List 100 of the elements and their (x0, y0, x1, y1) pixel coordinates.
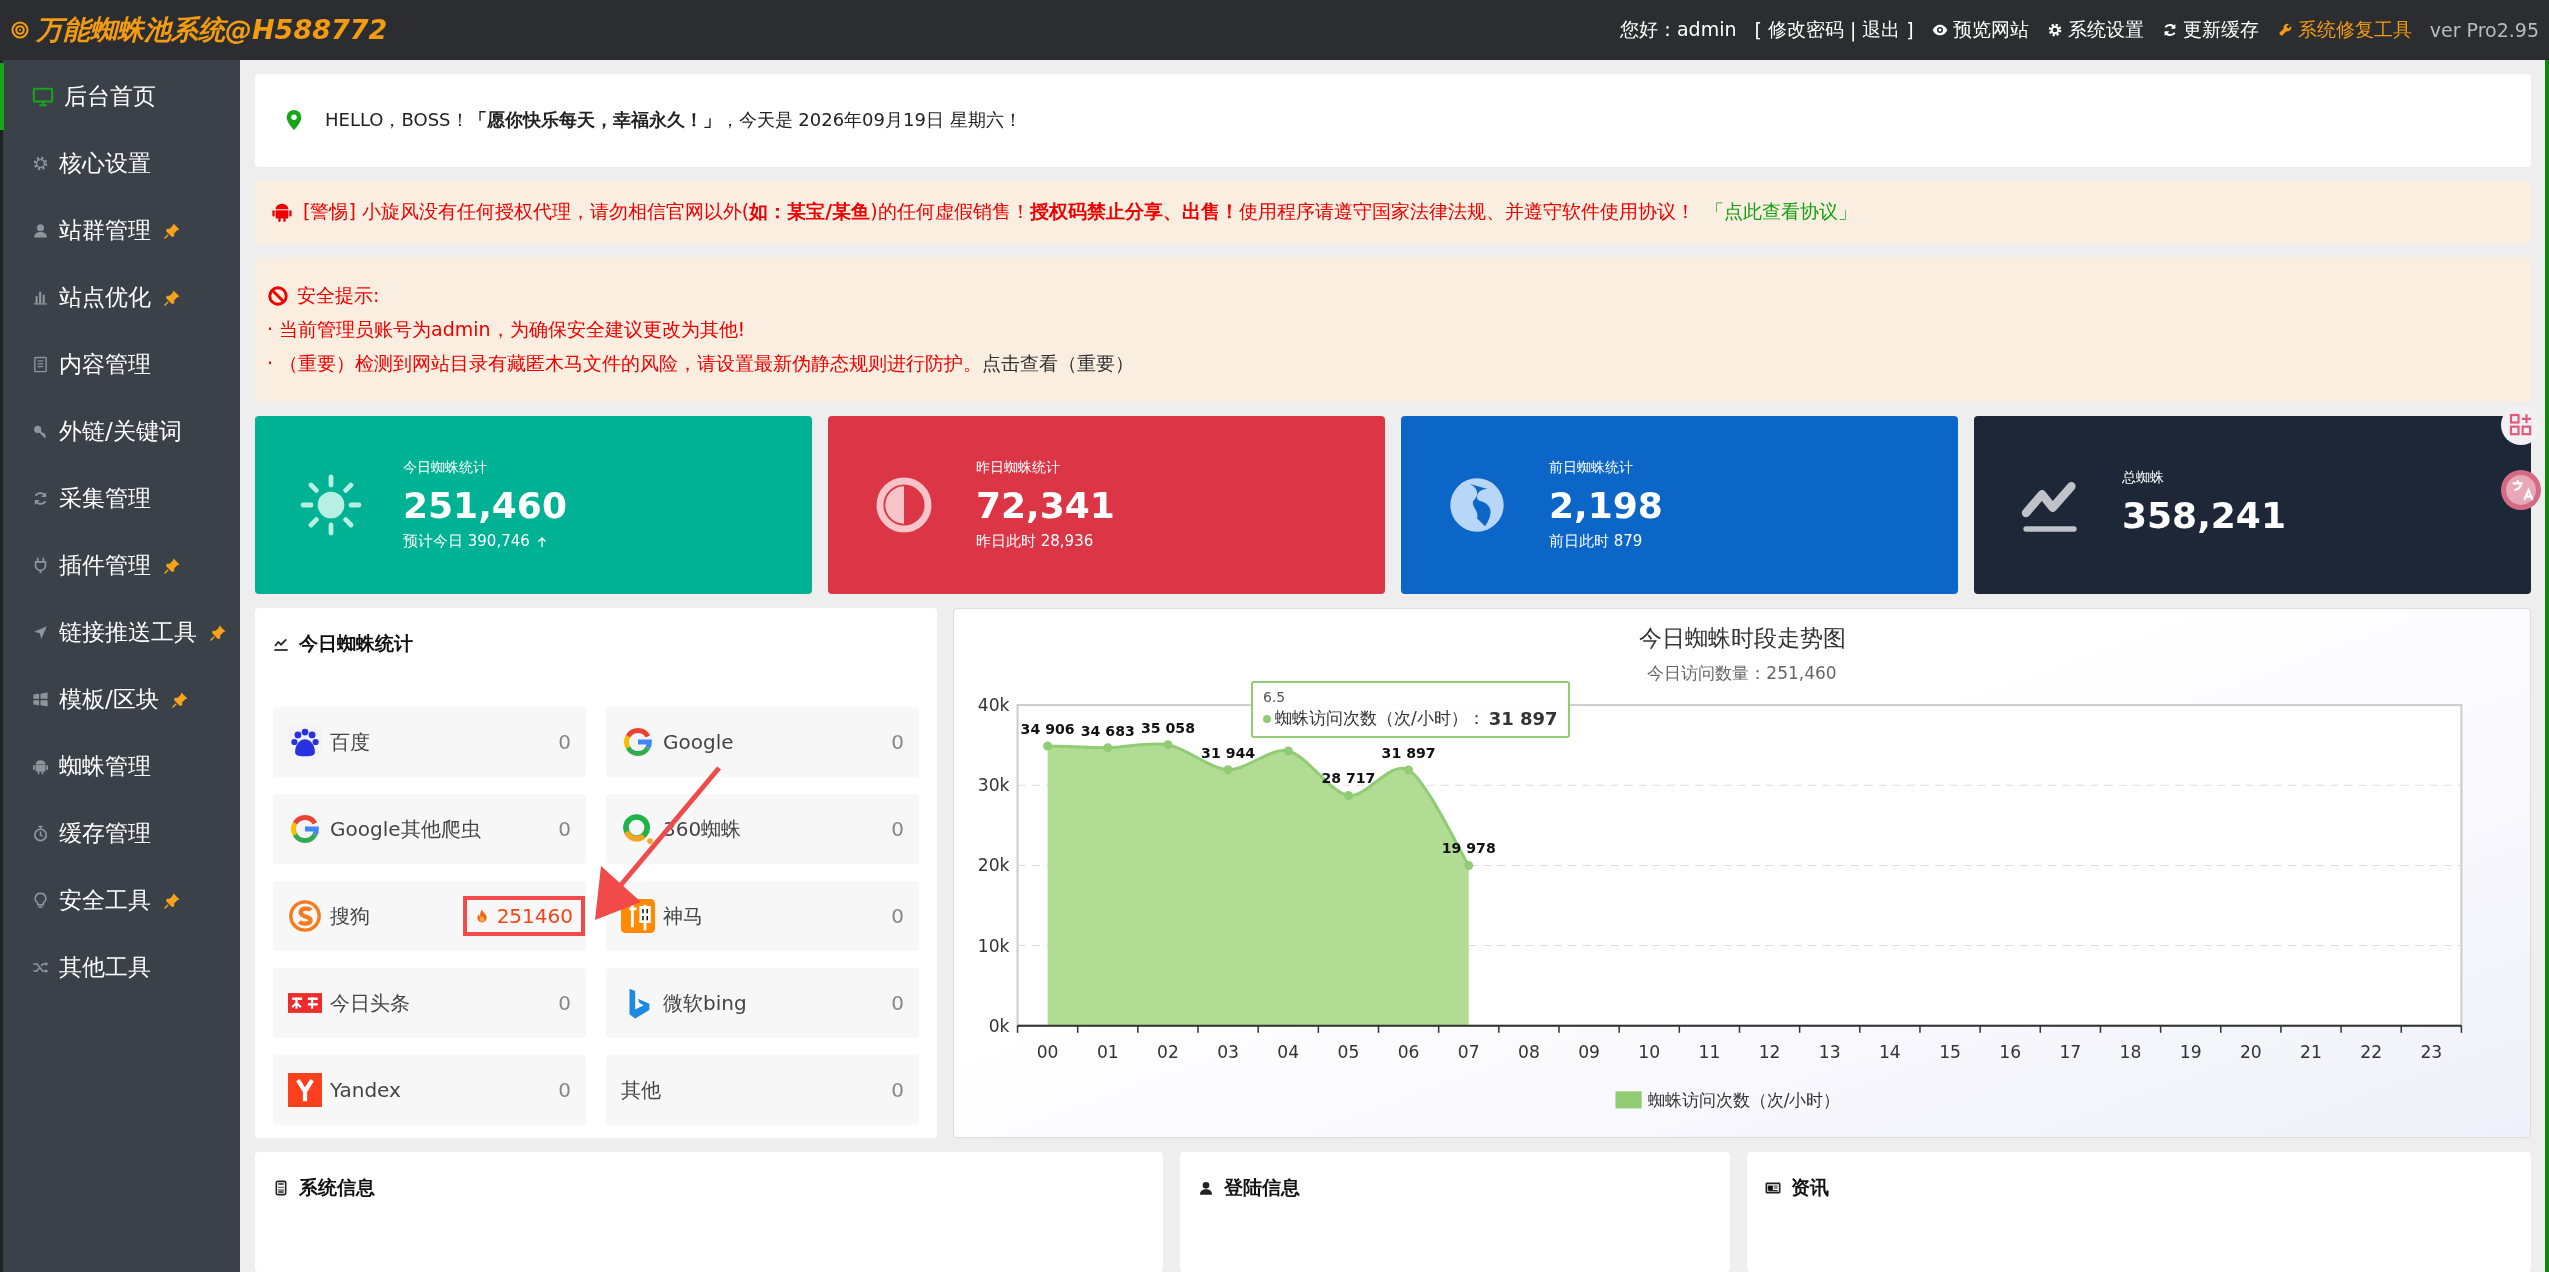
data-point[interactable] (1283, 746, 1293, 756)
sidebar-item[interactable]: 核心设置 (0, 130, 240, 197)
data-point[interactable] (1223, 765, 1233, 775)
sidebar-item[interactable]: 采集管理 (0, 465, 240, 532)
document-icon (32, 356, 49, 373)
toolbar-link[interactable]: 预览网站 (1931, 17, 2029, 43)
bracket-text: ] (1906, 19, 1914, 41)
tooltip-series: 蜘蛛访问次数（次/小时）： (1275, 707, 1485, 730)
stat-label: 总蜘蛛 (2122, 468, 2165, 487)
sidebar-item[interactable]: 内容管理 (0, 331, 240, 398)
notice-link[interactable]: 点击查看（重要） (982, 350, 1135, 377)
stat-label: 昨日蜘蛛统计 (976, 459, 1061, 478)
sidebar-item[interactable]: 蜘蛛管理 (0, 733, 240, 800)
stat-subtext: 预计今日 390,746 (403, 532, 530, 552)
sidebar-item[interactable]: 其他工具 (0, 934, 240, 1001)
axis-label: 18 (2119, 1042, 2142, 1062)
axis-label: 23 (2420, 1042, 2443, 1062)
data-point[interactable] (1043, 741, 1053, 751)
axis-label: 04 (1277, 1042, 1300, 1062)
axis-label: 20 (2239, 1042, 2262, 1062)
data-point[interactable] (1343, 791, 1353, 801)
engine-count: 0 (558, 1078, 571, 1102)
engine-name: 微软bing (663, 989, 747, 1017)
prohibited-icon (267, 284, 289, 307)
sidebar-item[interactable]: 站点优化 (0, 264, 240, 331)
bracket-text: [ (1754, 19, 1762, 41)
axis-label: 08 (1518, 1042, 1540, 1062)
engine-name: 百度 (330, 728, 370, 756)
user-icon (32, 222, 49, 239)
sidebar-item[interactable]: 链接推送工具 (0, 599, 240, 666)
send-icon (32, 624, 49, 641)
axis-label: 11 (1698, 1042, 1721, 1062)
data-label: 28 717 (1321, 770, 1376, 787)
axis-label: 01 (1096, 1042, 1119, 1062)
wrench-icon (2276, 22, 2293, 38)
axis-label: 40k (977, 695, 1010, 716)
account-link[interactable]: 退出 (1862, 17, 1901, 43)
user-icon (1198, 1180, 1214, 1196)
axis-label: 22 (2360, 1042, 2383, 1062)
axis-label: 05 (1337, 1042, 1360, 1062)
calculator-icon (273, 1180, 289, 1196)
stat-subtext: 昨日此时 28,936 (976, 532, 1094, 552)
android-icon (271, 201, 293, 224)
axis-label: 03 (1217, 1042, 1239, 1062)
sidebar-item[interactable]: 站群管理 (0, 197, 240, 264)
engine-name: Google其他爬虫 (330, 815, 481, 843)
axis-label: 13 (1818, 1042, 1841, 1062)
data-point[interactable] (1464, 861, 1474, 871)
axis-label: 02 (1157, 1042, 1179, 1062)
sidebar-item[interactable]: 安全工具 (0, 867, 240, 934)
data-point[interactable] (1103, 743, 1113, 753)
axis-label: 07 (1457, 1042, 1480, 1062)
legend-label[interactable]: 蜘蛛访问次数（次/小时） (1647, 1090, 1841, 1111)
axis-label: 10 (1638, 1042, 1661, 1062)
engine-count: 0 (891, 817, 904, 841)
refresh-icon (2161, 22, 2178, 38)
ring-icon (621, 812, 655, 846)
data-label: 35 058 (1140, 719, 1195, 736)
refresh-icon (32, 490, 49, 507)
sidebar-item[interactable]: 缓存管理 (0, 800, 240, 867)
sidebar-item[interactable]: 后台首页 (0, 63, 240, 130)
s-logo-icon (288, 899, 322, 933)
data-point[interactable] (1404, 765, 1414, 775)
monitor-icon (32, 85, 54, 108)
notice-text: · （重要）检测到网站目录有藏匿木马文件的风险，请设置最新伪静态规则进行防护。 (267, 350, 983, 376)
data-point[interactable] (1163, 740, 1173, 750)
axis-label: 10k (977, 935, 1010, 956)
engine-count: 0 (891, 730, 904, 754)
engine-count: 0 (558, 817, 571, 841)
windows-icon (32, 691, 49, 708)
engine-count: 0 (891, 904, 904, 928)
toolbar-link[interactable]: 更新缓存 (2161, 17, 2259, 43)
data-label: 34 683 (1080, 722, 1135, 739)
sidebar-item[interactable]: 插件管理 (0, 532, 240, 599)
shuffle-icon (32, 959, 49, 976)
toolbar-link[interactable]: 系统修复工具 (2276, 17, 2412, 43)
account-link[interactable]: 修改密码 (1767, 17, 1844, 43)
engine-name: 今日头条 (330, 989, 410, 1017)
panel-title: 资讯 (1791, 1175, 1829, 1200)
fork-logo-icon (288, 1073, 322, 1107)
axis-label: 21 (2300, 1042, 2322, 1062)
sidebar-item[interactable]: 模板/区块 (0, 666, 240, 733)
stat-subtext: 前日此时 879 (1549, 532, 1643, 552)
engine-name: 神马 (663, 902, 703, 930)
tooltip-value: 31 897 (1488, 708, 1558, 729)
toolbar-link[interactable]: 系统设置 (2046, 17, 2144, 43)
panel-title: 今日蜘蛛统计 (299, 631, 413, 656)
android-icon (32, 758, 49, 775)
version-text: ver Pro2.95 (2429, 19, 2539, 41)
legend-swatch (1615, 1091, 1642, 1109)
key-icon (32, 423, 49, 440)
sun-icon (299, 473, 363, 538)
g-icon (288, 812, 322, 846)
engine-name: Yandex (330, 1078, 401, 1102)
stat-label: 今日蜘蛛统计 (403, 459, 488, 478)
sidebar-item[interactable]: 外链/关键词 (0, 398, 240, 465)
translate-icon[interactable] (2501, 470, 2541, 510)
eye-icon (1931, 22, 1948, 38)
line-chart-icon (273, 636, 289, 652)
engine-count: 0 (891, 1078, 904, 1102)
